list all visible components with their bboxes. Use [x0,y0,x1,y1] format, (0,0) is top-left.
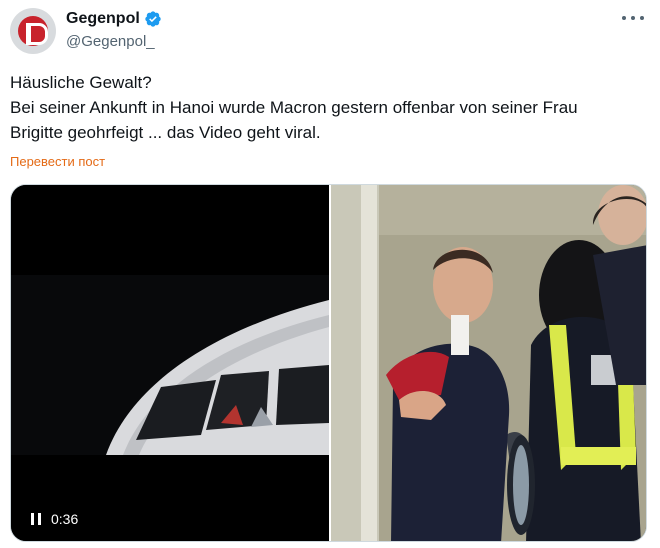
post-text-line: Brigitte geohrfeigt ... das Video geht v… [10,123,321,142]
video-duration: 0:36 [51,511,79,527]
video-frame [11,275,329,455]
avatar[interactable] [10,8,56,54]
translate-post-link[interactable]: Перевести пост [10,153,105,171]
verified-badge-icon [145,11,161,27]
author-name-row: Gegenpol [66,9,162,29]
gegenpol-logo-icon [18,16,48,46]
display-name[interactable]: Gegenpol [66,9,140,29]
post-text-line: Häusliche Gewalt? [10,73,152,92]
media-photo[interactable] [331,185,646,541]
post-text: Häusliche Gewalt? Bei seiner Ankunft in … [10,70,650,145]
video-controls: 0:36 [31,511,78,527]
media-container: 0:36 [10,184,647,542]
pause-icon[interactable] [31,513,41,525]
author-handle[interactable]: @Gegenpol_ [66,32,155,52]
more-dot [631,16,635,20]
more-options-button[interactable] [622,10,644,26]
more-dot [640,16,644,20]
post-text-line: Bei seiner Ankunft in Hanoi wurde Macron… [10,98,578,117]
video-player[interactable]: 0:36 [11,185,329,541]
airplane-door-photo [331,185,646,541]
more-dot [622,16,626,20]
airplane-cockpit-image [11,275,329,455]
